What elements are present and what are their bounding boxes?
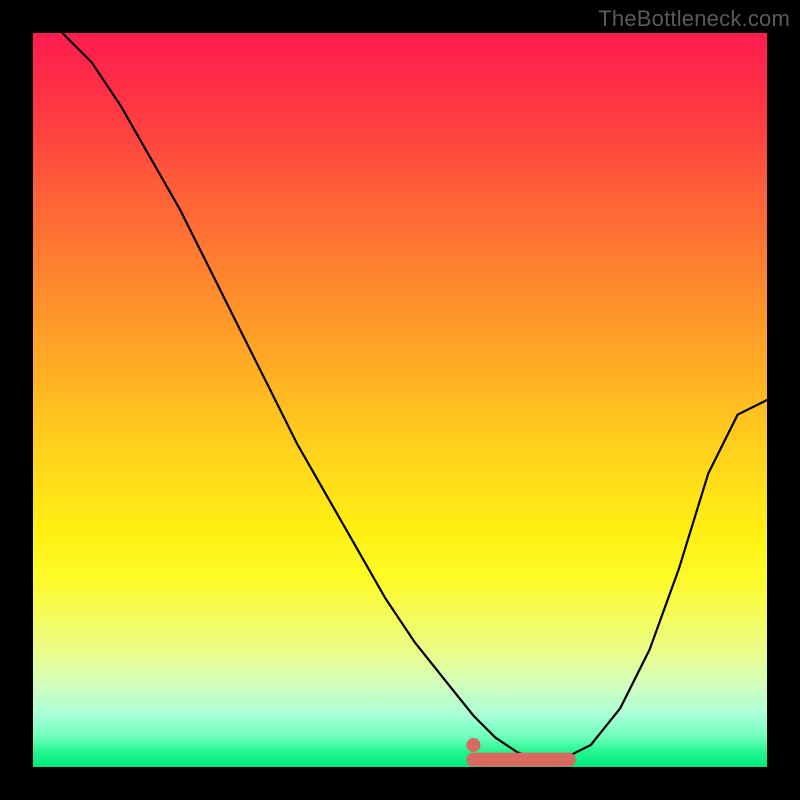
plot-area	[33, 33, 767, 767]
curve-line	[62, 33, 767, 760]
highlight-start-dot	[466, 738, 480, 752]
watermark-text: TheBottleneck.com	[598, 6, 790, 32]
chart-svg	[33, 33, 767, 767]
chart-frame: TheBottleneck.com	[0, 0, 800, 800]
